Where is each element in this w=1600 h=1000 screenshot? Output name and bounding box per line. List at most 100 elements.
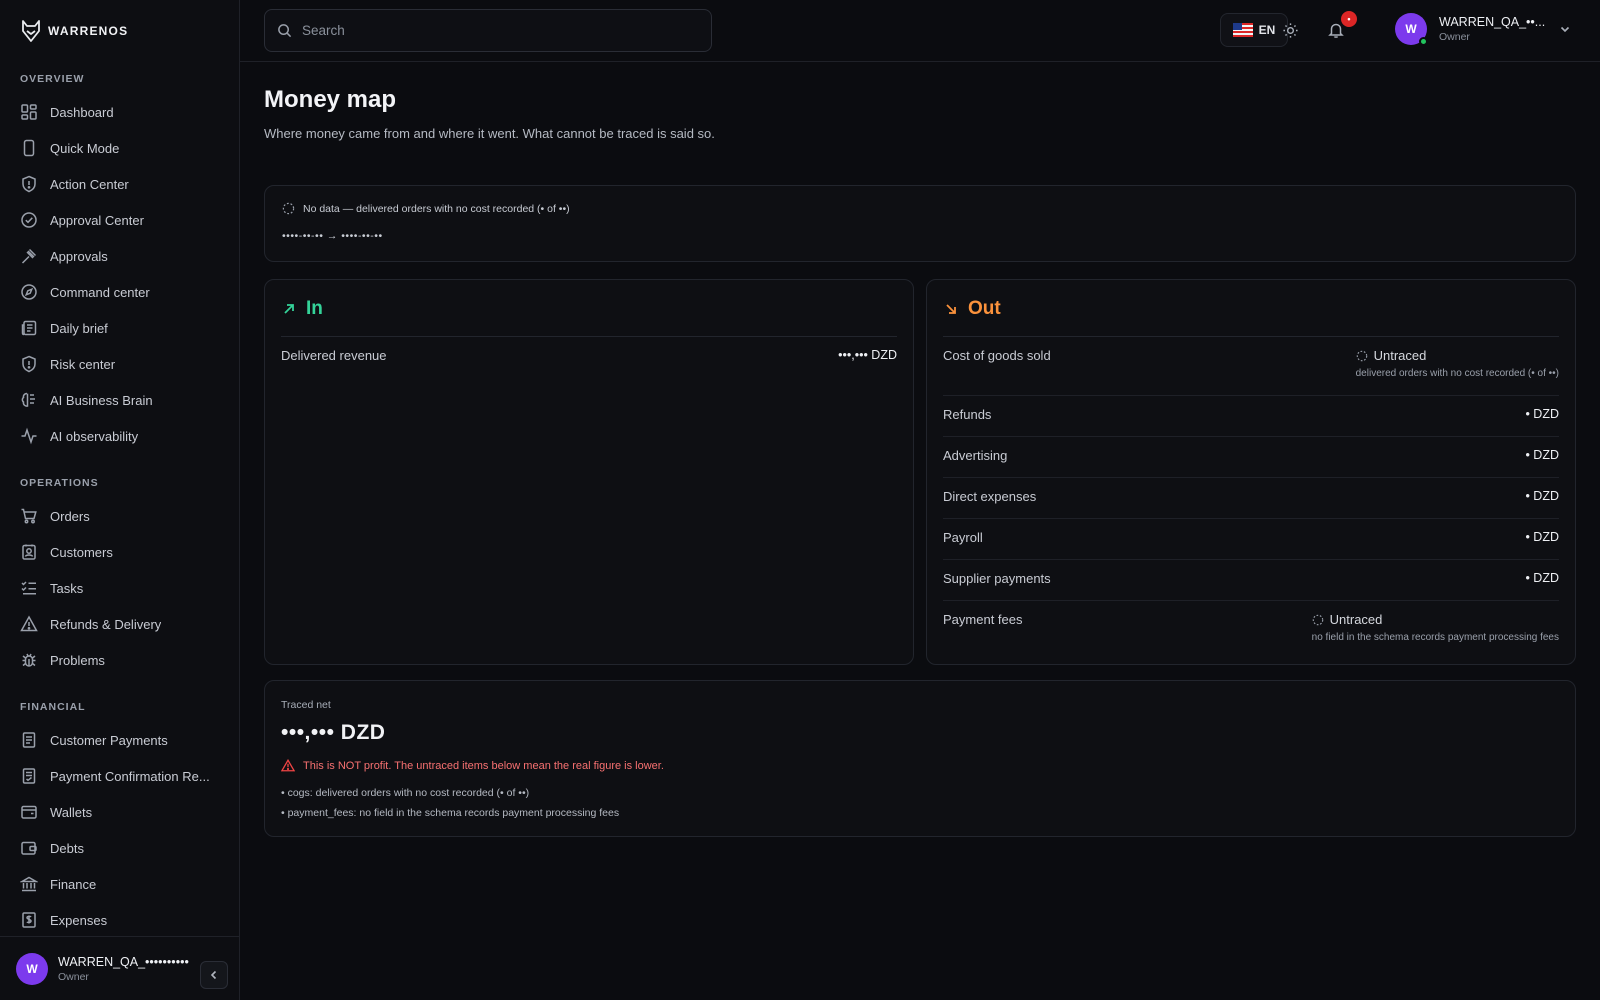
bank-icon xyxy=(20,876,38,892)
list-item: • cogs: delivered orders with no cost re… xyxy=(281,787,530,799)
search-icon xyxy=(278,24,292,38)
collapse-sidebar-button[interactable] xyxy=(200,961,228,989)
loading-circle-icon xyxy=(282,202,295,215)
user-name: WARREN_QA_•••••••••• xyxy=(58,954,189,969)
activity-icon xyxy=(21,427,37,445)
sidebar-item-risk-center[interactable]: Risk center xyxy=(0,346,240,382)
untraced-note: no field in the schema records payment p… xyxy=(1311,632,1559,643)
row-value: •••,••• DZD xyxy=(838,348,897,362)
row-label: Direct expenses xyxy=(943,489,1037,504)
page-title: Money map xyxy=(264,86,397,113)
money-out-rows: Cost of goods sold Untraced delivered or… xyxy=(943,336,1559,660)
theme-toggle-button[interactable] xyxy=(1277,17,1303,43)
cart-icon xyxy=(21,508,37,524)
untraced-label: Untraced xyxy=(1329,612,1383,627)
money-out-title: Out xyxy=(968,298,1001,319)
sidebar-item-label: AI Business Brain xyxy=(50,392,153,408)
section-label-financial: FINANCIAL xyxy=(20,701,86,713)
sidebar-item-ai-business-brain[interactable]: AI Business Brain xyxy=(0,382,240,418)
table-row: Supplier payments • DZD xyxy=(943,560,1559,601)
row-label: Payroll xyxy=(943,530,983,545)
traced-net-value: •••,••• DZD xyxy=(281,721,386,744)
dollar-receipt-icon xyxy=(22,912,36,928)
table-row: Direct expenses • DZD xyxy=(943,478,1559,519)
sidebar-item-customers[interactable]: Customers xyxy=(0,534,240,570)
sidebar-item-label: Daily brief xyxy=(50,320,108,336)
sidebar-item-label: Problems xyxy=(50,652,105,668)
date-range: ••••-••-•• → ••••-••-•• xyxy=(282,230,383,242)
chevron-left-icon xyxy=(210,970,217,980)
sidebar-item-wallets[interactable]: Wallets xyxy=(0,794,240,830)
money-in-card: In Delivered revenue •••,••• DZD xyxy=(264,279,914,665)
sidebar-item-customer-payments[interactable]: Customer Payments xyxy=(0,722,240,758)
sidebar-item-approvals[interactable]: Approvals xyxy=(0,238,240,274)
row-value: • DZD xyxy=(1525,407,1559,421)
list-item: • payment_fees: no field in the schema r… xyxy=(281,807,620,819)
notifications-button[interactable]: • xyxy=(1323,11,1357,43)
newspaper-icon xyxy=(21,320,37,336)
receipt-icon xyxy=(22,732,36,748)
check-circle-icon xyxy=(21,212,37,228)
shield-icon xyxy=(22,175,36,193)
row-label: Refunds xyxy=(943,407,992,422)
sidebar-item-expenses[interactable]: Expenses xyxy=(0,902,240,938)
not-profit-warning: This is NOT profit. The untraced items b… xyxy=(281,759,664,772)
sidebar-item-daily-brief[interactable]: Daily brief xyxy=(0,310,240,346)
money-out-header: Out xyxy=(944,298,1001,320)
sidebar-item-dashboard[interactable]: Dashboard xyxy=(0,94,240,130)
arrow-up-right-icon xyxy=(284,304,294,314)
money-in-header: In xyxy=(282,298,323,320)
untraced-note: delivered orders with no cost recorded (… xyxy=(1355,368,1559,379)
sidebar-item-action-center[interactable]: Action Center xyxy=(0,166,240,202)
sidebar-item-approval-center[interactable]: Approval Center xyxy=(0,202,240,238)
compass-icon xyxy=(21,284,37,300)
phone-icon xyxy=(23,139,35,157)
sidebar-item-label: Risk center xyxy=(50,356,116,372)
fox-logo-icon xyxy=(22,20,40,42)
sidebar-item-payment-confirmation[interactable]: Payment Confirmation Re... xyxy=(0,758,240,794)
sidebar-item-ai-observability[interactable]: AI observability xyxy=(0,418,240,454)
sidebar-item-problems[interactable]: Problems xyxy=(0,642,240,678)
notification-badge: • xyxy=(1341,11,1357,27)
search-box[interactable] xyxy=(264,9,712,52)
warning-text: This is NOT profit. The untraced items b… xyxy=(303,759,664,772)
sidebar-item-command-center[interactable]: Command center xyxy=(0,274,240,310)
row-value: • DZD xyxy=(1525,448,1559,462)
sidebar-item-tasks[interactable]: Tasks xyxy=(0,570,240,606)
sidebar: WARRENOS OVERVIEW Dashboard Quick Mode A… xyxy=(0,0,240,1000)
sidebar-item-quick-mode[interactable]: Quick Mode xyxy=(0,130,240,166)
bug-icon xyxy=(22,653,36,667)
sidebar-item-label: Debts xyxy=(50,840,84,856)
sidebar-user[interactable]: W WARREN_QA_•••••••••• Owner xyxy=(0,936,240,1000)
brand-logo[interactable]: WARRENOS xyxy=(20,18,128,44)
debt-wallet-icon xyxy=(21,841,37,855)
gavel-icon xyxy=(21,248,37,264)
search-input[interactable] xyxy=(302,23,682,38)
status-text: No data — delivered orders with no cost … xyxy=(303,202,570,215)
sidebar-item-label: Customer Payments xyxy=(50,732,168,748)
sidebar-item-finance[interactable]: Finance xyxy=(0,866,240,902)
sidebar-item-label: Wallets xyxy=(50,804,93,820)
status-line: No data — delivered orders with no cost … xyxy=(282,202,570,215)
user-menu[interactable]: W WARREN_QA_••... Owner xyxy=(1395,13,1571,46)
sidebar-item-label: Expenses xyxy=(50,912,108,928)
table-row: Cost of goods sold Untraced delivered or… xyxy=(943,337,1559,396)
money-in-title: In xyxy=(306,298,323,319)
untraced-items-list: • cogs: delivered orders with no cost re… xyxy=(281,783,619,823)
sidebar-item-label: Orders xyxy=(50,508,90,524)
sidebar-item-orders[interactable]: Orders xyxy=(0,498,240,534)
sidebar-item-label: Approval Center xyxy=(50,212,144,228)
sidebar-item-label: Payment Confirmation Re... xyxy=(50,768,210,784)
receipt-check-icon xyxy=(22,768,36,784)
table-row: Delivered revenue •••,••• DZD xyxy=(281,337,897,378)
sidebar-item-refunds-delivery[interactable]: Refunds & Delivery xyxy=(0,606,240,642)
avatar-initial: W xyxy=(1405,22,1417,36)
row-label: Advertising xyxy=(943,448,1008,463)
untraced-label: Untraced xyxy=(1373,348,1427,363)
brain-icon xyxy=(21,392,35,407)
row-value: • DZD xyxy=(1525,571,1559,585)
avatar: W xyxy=(1395,13,1428,46)
table-row: Refunds • DZD xyxy=(943,396,1559,437)
sidebar-item-debts[interactable]: Debts xyxy=(0,830,240,866)
online-status-dot xyxy=(1419,37,1428,46)
